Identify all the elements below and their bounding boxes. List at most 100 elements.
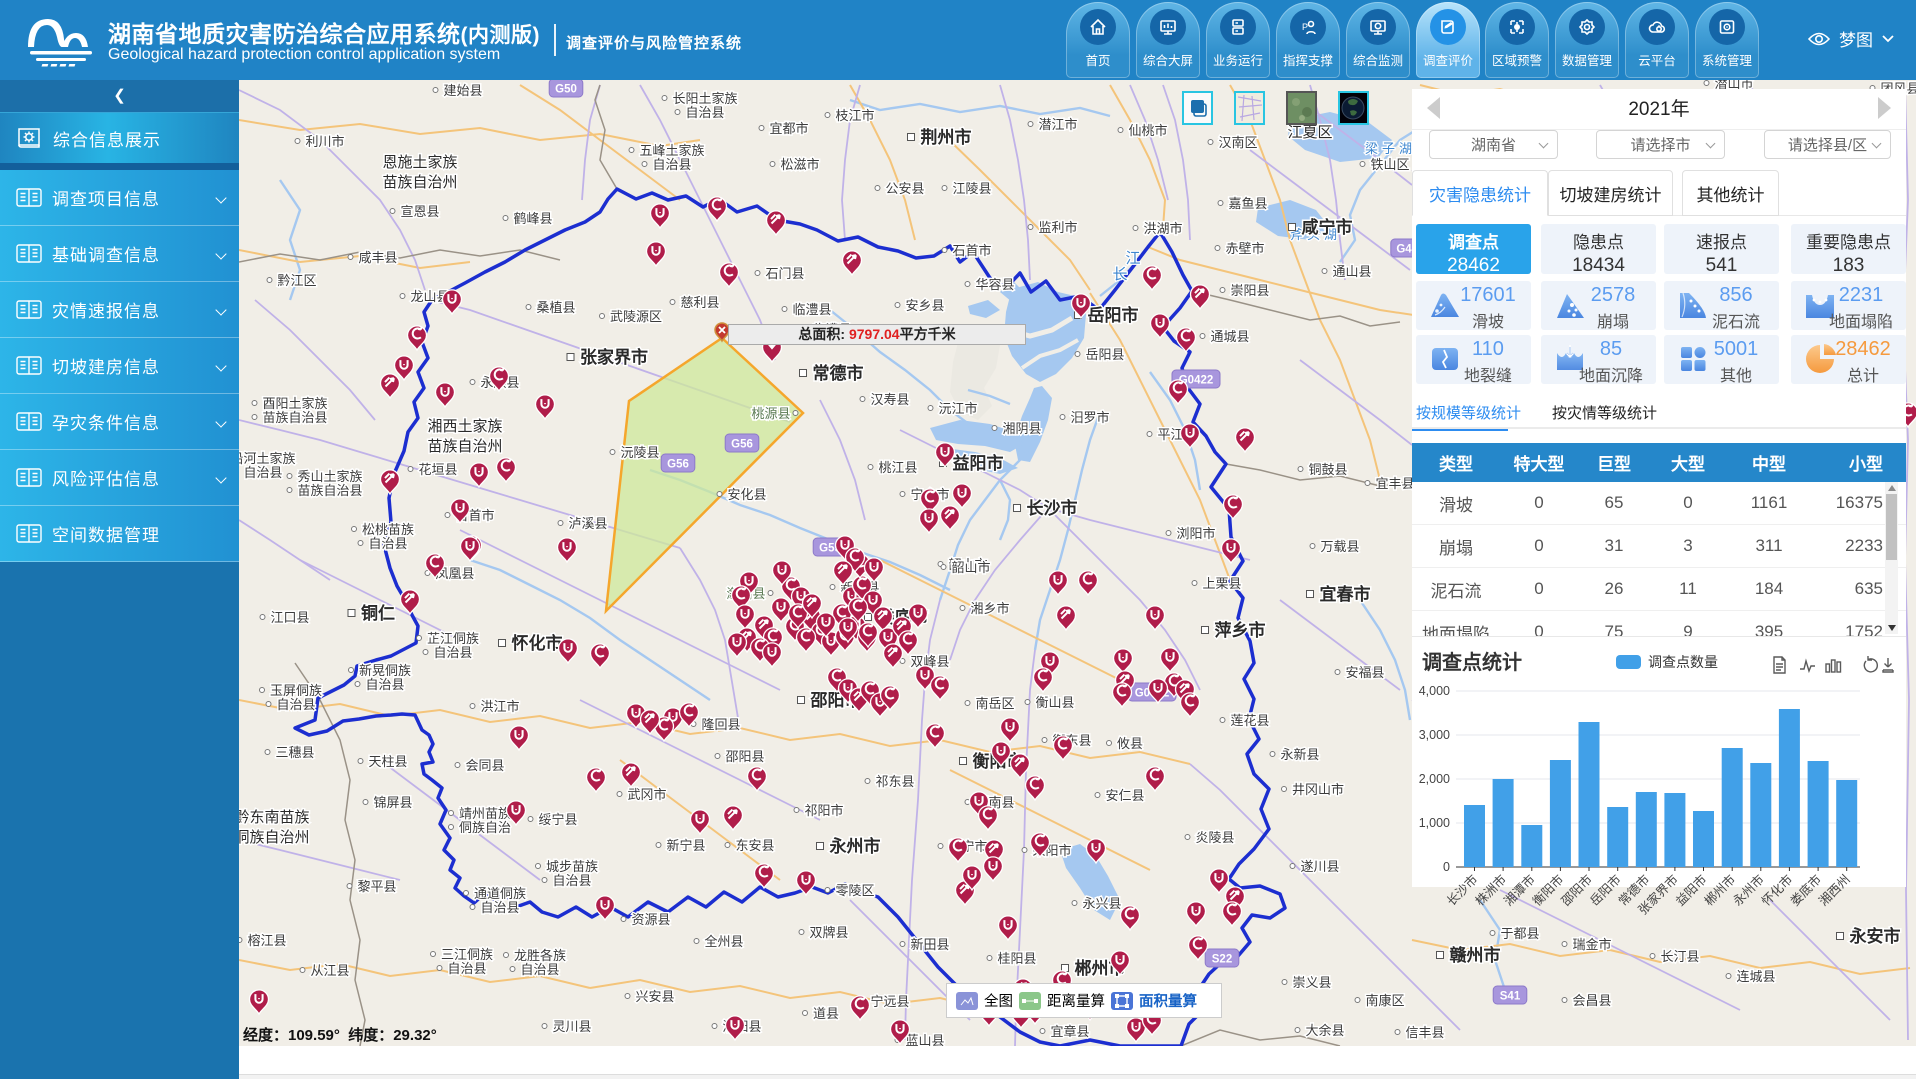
svg-text:松桃苗族: 松桃苗族 bbox=[362, 522, 414, 537]
svg-text:万载县: 万载县 bbox=[1320, 539, 1359, 554]
svg-text:沅陵县: 沅陵县 bbox=[620, 445, 659, 460]
svg-text:大余县: 大余县 bbox=[1305, 1023, 1344, 1038]
svg-text:崇义县: 崇义县 bbox=[1292, 975, 1331, 990]
svg-text:石首市: 石首市 bbox=[952, 243, 991, 258]
svg-text:G50: G50 bbox=[555, 84, 577, 96]
svg-text:浏阳市: 浏阳市 bbox=[1176, 526, 1215, 541]
svg-text:芷江侗族: 芷江侗族 bbox=[427, 631, 479, 646]
svg-text:零陵区: 零陵区 bbox=[835, 883, 874, 898]
svg-text:株洲市: 株洲市 bbox=[1472, 872, 1509, 909]
svg-text:P: P bbox=[1302, 22, 1308, 32]
svg-text:黎平县: 黎平县 bbox=[357, 879, 396, 894]
svg-text:苗族自治州: 苗族自治州 bbox=[382, 174, 457, 191]
svg-text:石门县: 石门县 bbox=[765, 266, 804, 281]
svg-text:崇阳县: 崇阳县 bbox=[1230, 283, 1269, 298]
svg-text:自治县: 自治县 bbox=[368, 536, 407, 551]
svg-text:郴州市: 郴州市 bbox=[1701, 872, 1738, 909]
svg-text:汉南区: 汉南区 bbox=[1218, 135, 1257, 150]
svg-text:自治县: 自治县 bbox=[520, 962, 559, 977]
svg-text:汉寿县: 汉寿县 bbox=[870, 392, 909, 407]
svg-text:自治县: 自治县 bbox=[433, 645, 472, 660]
svg-text:道县: 道县 bbox=[813, 1006, 839, 1021]
svg-text:自治县: 自治县 bbox=[685, 105, 724, 120]
svg-text:铜鼓县: 铜鼓县 bbox=[1308, 462, 1347, 477]
svg-text:自治县: 自治县 bbox=[447, 961, 486, 976]
svg-text:建始县: 建始县 bbox=[443, 83, 482, 98]
svg-text:蓝山县: 蓝山县 bbox=[905, 1033, 944, 1046]
svg-text:莲花县: 莲花县 bbox=[1230, 713, 1269, 728]
svg-text:东安县: 东安县 bbox=[735, 838, 774, 853]
svg-text:岳阳市: 岳阳市 bbox=[1088, 305, 1139, 325]
svg-text:自治县: 自治县 bbox=[365, 677, 404, 692]
svg-text:韶山市: 韶山市 bbox=[951, 560, 990, 575]
svg-text:利川市: 利川市 bbox=[305, 134, 344, 149]
svg-text:信丰县: 信丰县 bbox=[1405, 1025, 1444, 1040]
svg-text:资源县: 资源县 bbox=[631, 912, 670, 927]
svg-text:铜仁: 铜仁 bbox=[361, 603, 395, 623]
svg-text:沅江市: 沅江市 bbox=[938, 401, 977, 416]
svg-text:0: 0 bbox=[1443, 860, 1450, 874]
svg-text:宜都市: 宜都市 bbox=[769, 121, 808, 136]
svg-text:江陵县: 江陵县 bbox=[952, 181, 991, 196]
svg-text:长汀县: 长汀县 bbox=[1660, 949, 1699, 964]
svg-text:松滋市: 松滋市 bbox=[780, 157, 819, 172]
svg-text:恩施土家族: 恩施土家族 bbox=[382, 154, 457, 171]
svg-text:南康区: 南康区 bbox=[1365, 993, 1404, 1008]
svg-text:自治县: 自治县 bbox=[652, 157, 691, 172]
svg-text:新田县: 新田县 bbox=[910, 937, 949, 952]
svg-text:苗族自治县: 苗族自治县 bbox=[262, 410, 327, 425]
svg-text:会昌县: 会昌县 bbox=[1572, 993, 1611, 1008]
svg-text:咸丰县: 咸丰县 bbox=[358, 250, 397, 265]
svg-text:酉阳土家族: 酉阳土家族 bbox=[262, 396, 327, 411]
svg-text:安福县: 安福县 bbox=[1345, 665, 1384, 680]
svg-text:通道侗族: 通道侗族 bbox=[474, 886, 526, 901]
svg-text:祁阳市: 祁阳市 bbox=[804, 803, 843, 818]
svg-text:玉屏侗族: 玉屏侗族 bbox=[270, 683, 322, 698]
svg-text:梁子湖: 梁子湖 bbox=[1365, 141, 1416, 156]
svg-text:桃源县: 桃源县 bbox=[751, 406, 790, 421]
svg-text:S41: S41 bbox=[1500, 991, 1521, 1003]
svg-text:永州市: 永州市 bbox=[829, 836, 881, 856]
svg-text:汨罗市: 汨罗市 bbox=[1070, 410, 1109, 425]
svg-text:赤壁市: 赤壁市 bbox=[1225, 241, 1264, 256]
svg-text:铁山区: 铁山区 bbox=[1370, 157, 1409, 172]
svg-text:桑植县: 桑植县 bbox=[536, 300, 575, 315]
svg-text:2,000: 2,000 bbox=[1419, 772, 1450, 786]
svg-text:华容县: 华容县 bbox=[975, 277, 1014, 292]
svg-text:锦屏县: 锦屏县 bbox=[373, 795, 412, 810]
svg-text:隆回县: 隆回县 bbox=[701, 717, 740, 732]
svg-text:桃江县: 桃江县 bbox=[878, 460, 917, 475]
svg-text:连城县: 连城县 bbox=[1736, 969, 1775, 984]
svg-text:五峰土家族: 五峰土家族 bbox=[639, 143, 704, 158]
svg-text:新宁县: 新宁县 bbox=[666, 838, 705, 853]
svg-text:长: 长 bbox=[1112, 266, 1127, 283]
svg-text:双牌县: 双牌县 bbox=[809, 925, 848, 940]
svg-text:咸宁市: 咸宁市 bbox=[1302, 217, 1353, 237]
svg-text:苗族自治县: 苗族自治县 bbox=[297, 483, 362, 498]
svg-text:泸溪县: 泸溪县 bbox=[568, 516, 607, 531]
svg-text:枝江市: 枝江市 bbox=[835, 108, 874, 123]
svg-text:秀山土家族: 秀山土家族 bbox=[297, 469, 362, 484]
svg-text:攸县: 攸县 bbox=[1117, 736, 1143, 751]
svg-text:G4: G4 bbox=[1396, 244, 1412, 256]
svg-text:瑞金市: 瑞金市 bbox=[1572, 937, 1611, 952]
svg-text:侗族自治州: 侗族自治州 bbox=[239, 829, 310, 846]
svg-text:宜春市: 宜春市 bbox=[1320, 584, 1371, 604]
svg-text:嘉鱼县: 嘉鱼县 bbox=[1228, 196, 1267, 211]
svg-text:自治县: 自治县 bbox=[276, 697, 315, 712]
svg-text:萍乡市: 萍乡市 bbox=[1215, 620, 1266, 640]
svg-text:靖州苗族: 靖州苗族 bbox=[459, 806, 511, 821]
svg-text:长沙市: 长沙市 bbox=[1027, 498, 1078, 518]
svg-text:桂阳县: 桂阳县 bbox=[997, 951, 1036, 966]
svg-text:岳阳县: 岳阳县 bbox=[1085, 347, 1124, 362]
svg-text:会同县: 会同县 bbox=[465, 758, 504, 773]
svg-text:炎陵县: 炎陵县 bbox=[1195, 830, 1234, 845]
svg-text:湘西州: 湘西州 bbox=[1816, 872, 1853, 909]
svg-text:榕江县: 榕江县 bbox=[247, 933, 286, 948]
svg-text:黔东南苗族: 黔东南苗族 bbox=[239, 809, 310, 826]
svg-text:三江侗族: 三江侗族 bbox=[441, 947, 493, 962]
svg-text:宜丰县: 宜丰县 bbox=[1375, 476, 1414, 491]
svg-text:长阳土家族: 长阳土家族 bbox=[672, 91, 737, 106]
svg-text:G56: G56 bbox=[667, 459, 689, 471]
svg-text:常德市: 常德市 bbox=[813, 363, 864, 383]
